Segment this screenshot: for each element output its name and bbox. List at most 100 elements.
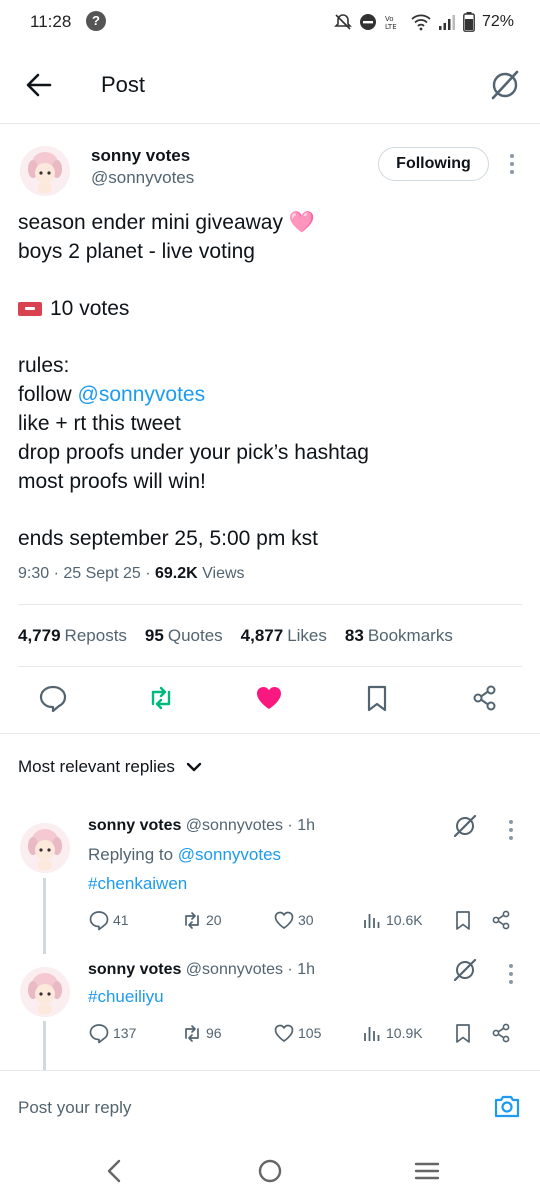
reply-grok-button[interactable] [452, 957, 478, 983]
camera-icon [494, 1095, 520, 1118]
thread-line [43, 878, 46, 954]
reply-share-button[interactable] [490, 909, 512, 931]
reply-comment-button[interactable]: 41 [88, 909, 129, 931]
post-time: 9:30 · 25 Sept 25 · [18, 565, 155, 582]
reply-author[interactable]: sonny votes @sonnyvotes · 1h [88, 817, 315, 835]
reply-sort-dropdown[interactable]: Most relevant replies [18, 757, 203, 777]
bookmark-button[interactable] [362, 682, 392, 714]
post-line: most proofs will win! [18, 470, 206, 493]
comment-icon [89, 1024, 109, 1044]
nav-back-button[interactable] [100, 1156, 130, 1186]
dnd-icon [359, 14, 376, 30]
reply-bookmark-button[interactable] [452, 909, 474, 931]
nav-home-button[interactable] [255, 1156, 285, 1186]
share-icon [492, 910, 510, 930]
system-nav-bar [0, 1142, 540, 1200]
reply-button[interactable] [38, 682, 68, 714]
quotes-stat[interactable]: 95 Quotes [145, 626, 223, 646]
reply-composer[interactable]: Post your reply [0, 1070, 540, 1142]
chevron-left-icon [107, 1159, 121, 1183]
reply-actions: 41 20 30 10.6K [88, 909, 518, 931]
reposts-stat[interactable]: 4,779 Reposts [18, 626, 127, 646]
battery-icon [463, 12, 475, 32]
post-text: season ender mini giveaway 🩷 boys 2 plan… [18, 208, 523, 553]
likes-stat[interactable]: 4,877 Likes [241, 626, 327, 646]
reply-like-button[interactable]: 105 [273, 1022, 321, 1044]
reply-avatar[interactable] [20, 967, 70, 1017]
more-vertical-icon [509, 820, 513, 840]
hashtag-link[interactable]: #chueiliyu [88, 987, 164, 1007]
heart-icon [274, 911, 294, 930]
home-circle-icon [258, 1159, 282, 1183]
more-options-button[interactable] [504, 152, 520, 176]
reply-grok-button[interactable] [452, 813, 478, 839]
votes-text: 10 votes [50, 297, 130, 320]
share-icon [492, 1023, 510, 1043]
following-button[interactable]: Following [378, 147, 489, 181]
like-button[interactable] [254, 682, 284, 714]
reply-author[interactable]: sonny votes @sonnyvotes · 1h [88, 961, 315, 979]
follow-prefix: follow [18, 383, 78, 406]
avatar-doll-icon [20, 823, 70, 873]
post-line: follow @sonnyvotes [18, 380, 523, 409]
mention-link[interactable]: @sonnyvotes [78, 383, 206, 406]
reply-views-button[interactable]: 10.6K [361, 909, 423, 931]
comment-icon [39, 685, 67, 713]
status-time: 11:28 [30, 12, 72, 31]
author-name[interactable]: sonny votes [91, 146, 190, 166]
reply-more-button[interactable] [503, 818, 519, 842]
back-button[interactable] [22, 68, 56, 102]
more-vertical-icon [510, 154, 514, 174]
repost-icon [185, 1025, 199, 1042]
svg-text:LTE: LTE [385, 23, 397, 31]
reply-more-button[interactable] [503, 962, 519, 986]
post-line: 10 votes [18, 294, 523, 323]
status-icons: Vo LTE 72% [334, 10, 514, 34]
post-actions [0, 682, 540, 718]
mute-icon [334, 14, 352, 30]
ticket-icon [18, 302, 42, 316]
repost-icon [185, 912, 199, 929]
reply-bookmark-button[interactable] [452, 1022, 474, 1044]
thread-line [43, 1021, 46, 1071]
bookmark-icon [456, 1024, 470, 1043]
reply-avatar[interactable] [20, 823, 70, 873]
post-line: like + rt this tweet [18, 412, 181, 435]
share-button[interactable] [470, 682, 500, 714]
wifi-icon [411, 14, 431, 31]
camera-button[interactable] [492, 1091, 522, 1121]
signal-icon [438, 15, 455, 30]
views-count[interactable]: 69.2K [155, 565, 198, 582]
reply-repost-button[interactable]: 20 [181, 909, 222, 931]
status-bar: 11:28 ? Vo LTE 72% [0, 0, 540, 46]
reply-input[interactable]: Post your reply [18, 1098, 131, 1118]
reply-repost-button[interactable]: 96 [181, 1022, 222, 1044]
reply-like-button[interactable]: 30 [273, 909, 314, 931]
grok-icon [491, 70, 519, 100]
reply-comment-button[interactable]: 137 [88, 1022, 136, 1044]
nav-recents-button[interactable] [412, 1156, 442, 1186]
page-title: Post [101, 72, 146, 97]
bookmarks-stat[interactable]: 83 Bookmarks [345, 626, 453, 646]
divider [0, 733, 540, 734]
views-icon [364, 914, 380, 928]
mention-link[interactable]: @sonnyvotes [178, 845, 281, 864]
more-vertical-icon [509, 964, 513, 984]
author-handle[interactable]: @sonnyvotes [91, 168, 194, 188]
repost-icon [151, 686, 171, 710]
bookmark-icon [367, 685, 387, 712]
replying-to: Replying to @sonnyvotes [88, 845, 282, 864]
post-header: Post [0, 46, 540, 124]
avatar[interactable] [20, 146, 70, 196]
battery-level: 72% [481, 13, 514, 30]
back-arrow-icon [26, 73, 52, 97]
reply-share-button[interactable] [490, 1022, 512, 1044]
repost-button[interactable] [146, 682, 176, 714]
share-icon [473, 685, 496, 711]
hashtag-link[interactable]: #chenkaiwen [88, 874, 187, 894]
views-label: Views [197, 565, 245, 582]
grok-button[interactable] [488, 68, 522, 102]
reply-views-button[interactable]: 10.9K [361, 1022, 423, 1044]
views-icon [364, 1027, 380, 1041]
avatar-doll-icon [20, 967, 70, 1017]
